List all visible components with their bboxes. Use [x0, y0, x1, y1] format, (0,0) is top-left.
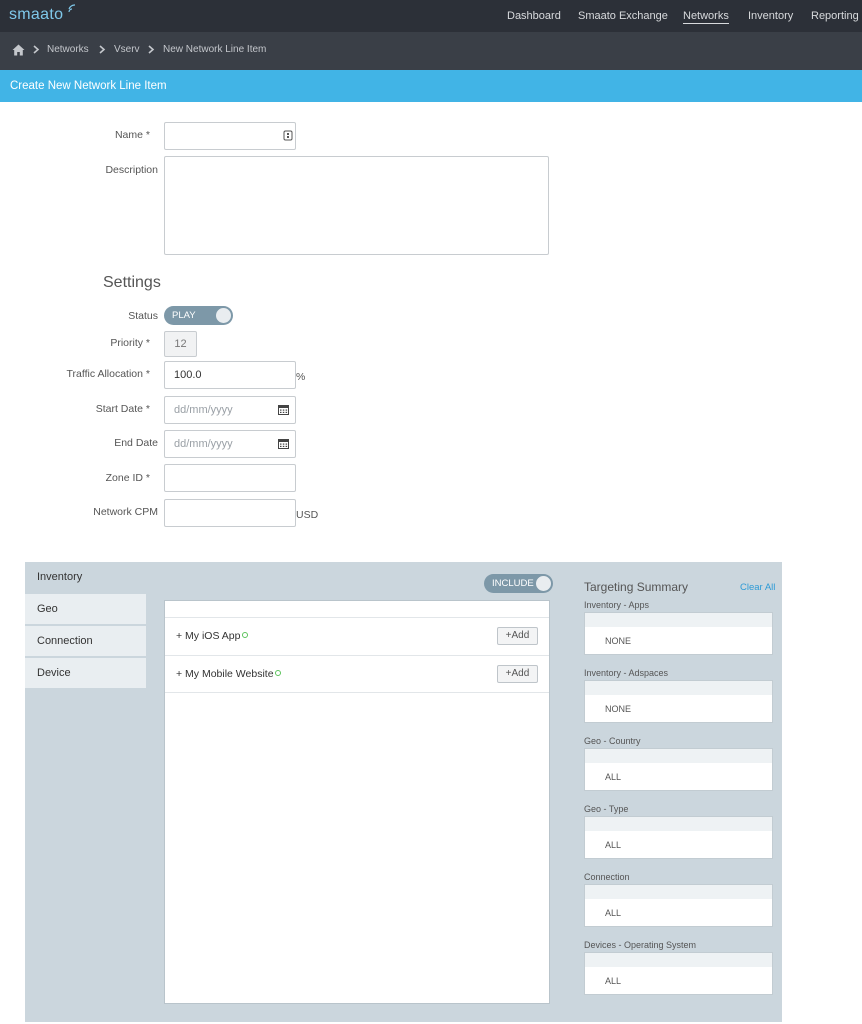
summary-group-value: ALL — [605, 772, 622, 782]
summary-group-label: Inventory - Apps — [584, 600, 650, 610]
network-cpm-label: Network CPM — [93, 506, 158, 518]
summary-group-label: Connection — [584, 872, 630, 882]
tab-device[interactable]: Device — [25, 658, 146, 688]
chevron-right-icon — [148, 45, 155, 54]
network-cpm-input[interactable] — [164, 499, 296, 527]
summary-group-label: Geo - Country — [584, 736, 641, 746]
autofill-key-icon[interactable] — [283, 130, 293, 141]
summary-group-label: Geo - Type — [584, 804, 629, 814]
calendar-icon[interactable] — [278, 438, 289, 449]
nav-reporting[interactable]: Reporting — [811, 10, 859, 22]
calendar-icon[interactable] — [278, 404, 289, 415]
list-item-label: + My iOS App — [176, 630, 241, 642]
smaato-logo[interactable]: smaato — [9, 6, 63, 24]
breadcrumb-current: New Network Line Item — [163, 44, 267, 55]
include-toggle-label: INCLUDE — [492, 578, 534, 589]
top-navbar — [0, 0, 862, 32]
name-input[interactable] — [164, 122, 296, 150]
status-toggle-label: PLAY — [172, 310, 196, 321]
status-dot-icon — [241, 632, 248, 638]
summary-group-value: ALL — [605, 908, 622, 918]
nav-networks[interactable]: Networks — [683, 10, 729, 24]
chevron-right-icon — [99, 45, 106, 54]
add-button[interactable]: +Add — [497, 627, 538, 645]
page-title-bar: Create New Network Line Item — [0, 70, 862, 102]
summary-group-value: ALL — [605, 976, 622, 986]
settings-heading: Settings — [103, 274, 161, 291]
traffic-allocation-label: Traffic Allocation * — [66, 368, 150, 380]
chevron-right-icon — [33, 45, 40, 54]
list-item[interactable]: + My Mobile Website — [165, 655, 549, 693]
zone-id-label: Zone ID * — [105, 472, 150, 484]
summary-group-box: ALL — [584, 884, 773, 927]
summary-group-label: Devices - Operating System — [584, 940, 697, 950]
page-title: Create New Network Line Item — [10, 80, 167, 92]
percent-unit: % — [296, 371, 306, 383]
start-date-input[interactable]: dd/mm/yyyy — [164, 396, 296, 424]
clear-all-link[interactable]: Clear All — [740, 582, 775, 593]
nav-inventory[interactable]: Inventory — [748, 10, 793, 22]
zone-id-input[interactable] — [164, 464, 296, 492]
include-toggle[interactable]: INCLUDE — [484, 574, 553, 593]
toggle-knob — [216, 308, 231, 323]
summary-group-value: ALL — [605, 840, 622, 850]
nav-dashboard[interactable]: Dashboard — [507, 10, 561, 22]
traffic-allocation-input[interactable]: 100.0 — [164, 361, 296, 389]
add-button[interactable]: +Add — [497, 665, 538, 683]
toggle-knob — [536, 576, 551, 591]
nav-smaato-exchange[interactable]: Smaato Exchange — [578, 10, 668, 22]
summary-group-value: NONE — [605, 704, 632, 714]
list-item-label: + My Mobile Website — [176, 668, 274, 680]
status-toggle[interactable]: PLAY — [164, 306, 233, 325]
list-item[interactable]: + My iOS App — [165, 617, 549, 655]
start-date-label: Start Date * — [95, 403, 150, 415]
breadcrumb-vserv[interactable]: Vserv — [114, 44, 140, 55]
end-date-label: End Date — [114, 437, 158, 449]
tab-inventory[interactable]: Inventory — [25, 562, 146, 592]
breadcrumb-networks[interactable]: Networks — [47, 44, 89, 55]
tab-connection[interactable]: Connection — [25, 626, 146, 656]
summary-group-value: NONE — [605, 636, 632, 646]
targeting-summary-title: Targeting Summary — [584, 580, 689, 594]
summary-group-label: Inventory - Adspaces — [584, 668, 669, 678]
status-dot-icon — [274, 670, 281, 676]
description-textarea[interactable] — [164, 156, 549, 255]
description-label: Description — [105, 164, 158, 176]
name-label: Name * — [114, 129, 150, 141]
summary-group-box: ALL — [584, 952, 773, 995]
summary-group-box: NONE — [584, 680, 773, 723]
tab-geo[interactable]: Geo — [25, 594, 146, 624]
home-icon[interactable] — [12, 44, 25, 56]
summary-group-box: ALL — [584, 816, 773, 859]
summary-group-box: NONE — [584, 612, 773, 655]
logo-wave-icon — [68, 4, 76, 13]
status-label: Status — [128, 310, 158, 322]
summary-group-box: ALL — [584, 748, 773, 791]
priority-field: 12 — [164, 331, 197, 357]
priority-label: Priority * — [110, 337, 150, 349]
end-date-input[interactable]: dd/mm/yyyy — [164, 430, 296, 458]
usd-unit: USD — [296, 509, 319, 521]
